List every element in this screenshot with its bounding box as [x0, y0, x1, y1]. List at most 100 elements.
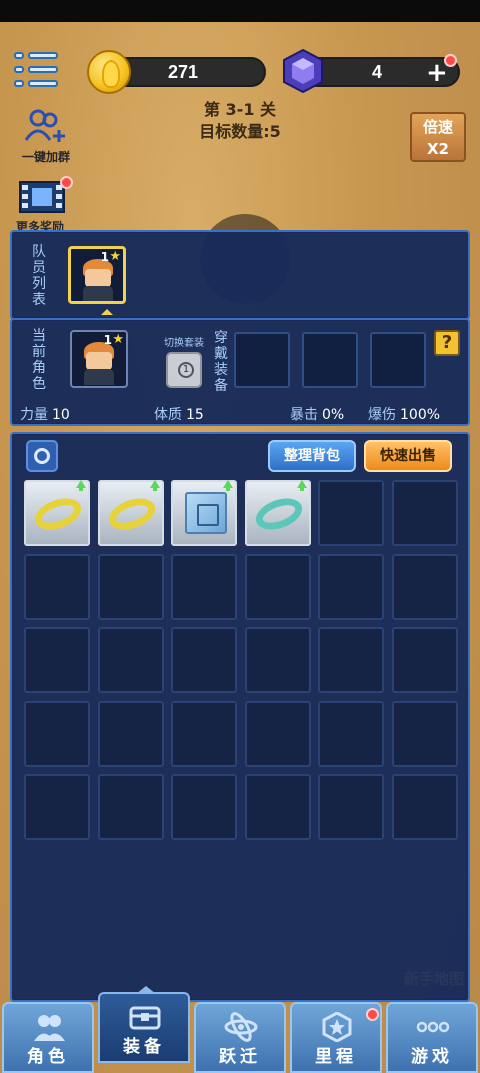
bottom-nav: 角色 装备 跃迁 里程 游戏 [0, 992, 480, 1073]
inventory-slot[interactable] [171, 480, 237, 546]
video-reward-button[interactable]: 更多奖励 [16, 176, 73, 234]
stat-constitution: 体质 15 [154, 407, 204, 423]
team-panel: 队员列表 1 ★ [10, 230, 470, 320]
upgrade-arrow-icon [150, 480, 160, 491]
people-icon [34, 1015, 65, 1041]
current-character-portrait[interactable]: 1 ★ [70, 330, 128, 388]
inventory-slot[interactable] [392, 554, 458, 620]
speed-label: 倍速 [422, 118, 453, 136]
inventory-slot[interactable] [98, 554, 164, 620]
ring-icon [30, 492, 86, 536]
inventory-slot[interactable] [392, 480, 458, 546]
gold-bar: 271 [108, 57, 266, 87]
nav-label: 里程 [315, 1047, 357, 1067]
inventory-slot[interactable] [24, 554, 90, 620]
ring-icon [251, 492, 307, 536]
newbie-map-label: 新手地图 [404, 970, 465, 988]
inventory-slot[interactable] [392, 627, 458, 693]
join-group-label: 一键加群 [21, 150, 70, 164]
upgrade-arrow-icon [297, 480, 307, 491]
nav-label: 装备 [123, 1037, 165, 1057]
atom-icon [224, 1012, 258, 1042]
member-level: 1 [100, 250, 109, 264]
treasure-chest-icon [129, 1006, 161, 1030]
outfit-number: 1 [178, 362, 194, 378]
nav-tab-games[interactable]: 游戏 [386, 1002, 478, 1073]
nav-tab-character[interactable]: 角色 [2, 1002, 94, 1073]
inventory-slot[interactable] [318, 701, 384, 767]
crate-icon [185, 492, 227, 534]
switch-outfit-label: 切换套装 [164, 338, 204, 349]
join-group-button[interactable]: 一键加群 [16, 108, 76, 166]
nav-tab-milestone[interactable]: 里程 [290, 1002, 382, 1073]
inventory-slot[interactable] [318, 627, 384, 693]
status-bar [0, 0, 480, 22]
current-character-label: 当前角色 [32, 328, 46, 392]
milestone-notification-dot [366, 1008, 379, 1021]
inventory-slot[interactable] [171, 554, 237, 620]
add-friends-icon [24, 109, 65, 142]
inventory-slot[interactable] [245, 701, 311, 767]
inventory-slot[interactable] [98, 480, 164, 546]
gear-icon [34, 448, 50, 464]
ring-icon [104, 492, 160, 536]
character-star-icon: ★ [112, 332, 124, 347]
inventory-slot[interactable] [98, 701, 164, 767]
inventory-slot[interactable] [318, 554, 384, 620]
inventory-slot[interactable] [171, 774, 237, 840]
gem-icon [283, 48, 323, 94]
gold-coin-icon [87, 50, 131, 94]
equip-slot[interactable] [370, 332, 426, 388]
equipment-label: 穿戴装备 [214, 330, 228, 394]
sort-bag-button[interactable]: 整理背包 [268, 440, 356, 472]
gem-amount: 4 [372, 62, 383, 82]
inventory-slot[interactable] [98, 627, 164, 693]
inventory-slot[interactable] [245, 554, 311, 620]
nav-tab-equipment[interactable]: 装备 [98, 992, 190, 1063]
upgrade-arrow-icon [76, 480, 86, 491]
inventory-slot[interactable] [392, 774, 458, 840]
settings-gear-button[interactable] [26, 440, 58, 472]
stat-crit: 暴击 0% [290, 407, 345, 423]
inventory-slot[interactable] [318, 480, 384, 546]
inventory-slot[interactable] [24, 701, 90, 767]
inventory-slot[interactable] [171, 627, 237, 693]
equip-slot[interactable] [302, 332, 358, 388]
gem-notification-dot [444, 54, 457, 67]
speed-value: X2 [426, 140, 449, 158]
inventory-slot[interactable] [245, 480, 311, 546]
switch-outfit-button[interactable]: 1 [166, 352, 202, 388]
menu-list-icon[interactable] [14, 50, 60, 92]
inventory-slot[interactable] [245, 774, 311, 840]
member-star-icon: ★ [109, 249, 121, 264]
inventory-slot[interactable] [245, 627, 311, 693]
nav-label: 跃迁 [219, 1047, 261, 1067]
film-icon [19, 181, 65, 213]
inventory-slot[interactable] [98, 774, 164, 840]
character-level: 1 [103, 333, 112, 347]
dots-icon [416, 1021, 450, 1033]
video-notification-dot [60, 176, 73, 189]
nav-tab-transition[interactable]: 跃迁 [194, 1002, 286, 1073]
team-list-label: 队员列表 [32, 244, 46, 308]
upgrade-arrow-icon [223, 480, 233, 491]
nav-label: 游戏 [411, 1047, 453, 1067]
quick-sell-button[interactable]: 快速出售 [364, 440, 452, 472]
team-member-portrait[interactable]: 1 ★ [68, 246, 126, 304]
star-badge-icon [322, 1012, 352, 1042]
inventory-slot[interactable] [318, 774, 384, 840]
speed-button[interactable]: 倍速 X2 [410, 112, 466, 162]
inventory-slot[interactable] [24, 627, 90, 693]
gold-amount: 271 [168, 62, 199, 82]
help-button[interactable]: ? [434, 330, 460, 356]
inventory-slot[interactable] [24, 480, 90, 546]
equip-slot[interactable] [234, 332, 290, 388]
selected-indicator [101, 309, 113, 315]
inventory-slot[interactable] [24, 774, 90, 840]
stat-crit-damage: 爆伤 100% [368, 407, 441, 423]
stat-strength: 力量 10 [20, 407, 70, 423]
character-panel: 当前角色 1 ★ 切换套装 1 穿戴装备 ? 力量 10 体质 15 暴击 0% 爆伤… [10, 318, 470, 426]
inventory-slot[interactable] [392, 701, 458, 767]
inventory-panel: 整理背包 快速出售 [10, 432, 470, 1002]
inventory-slot[interactable] [171, 701, 237, 767]
